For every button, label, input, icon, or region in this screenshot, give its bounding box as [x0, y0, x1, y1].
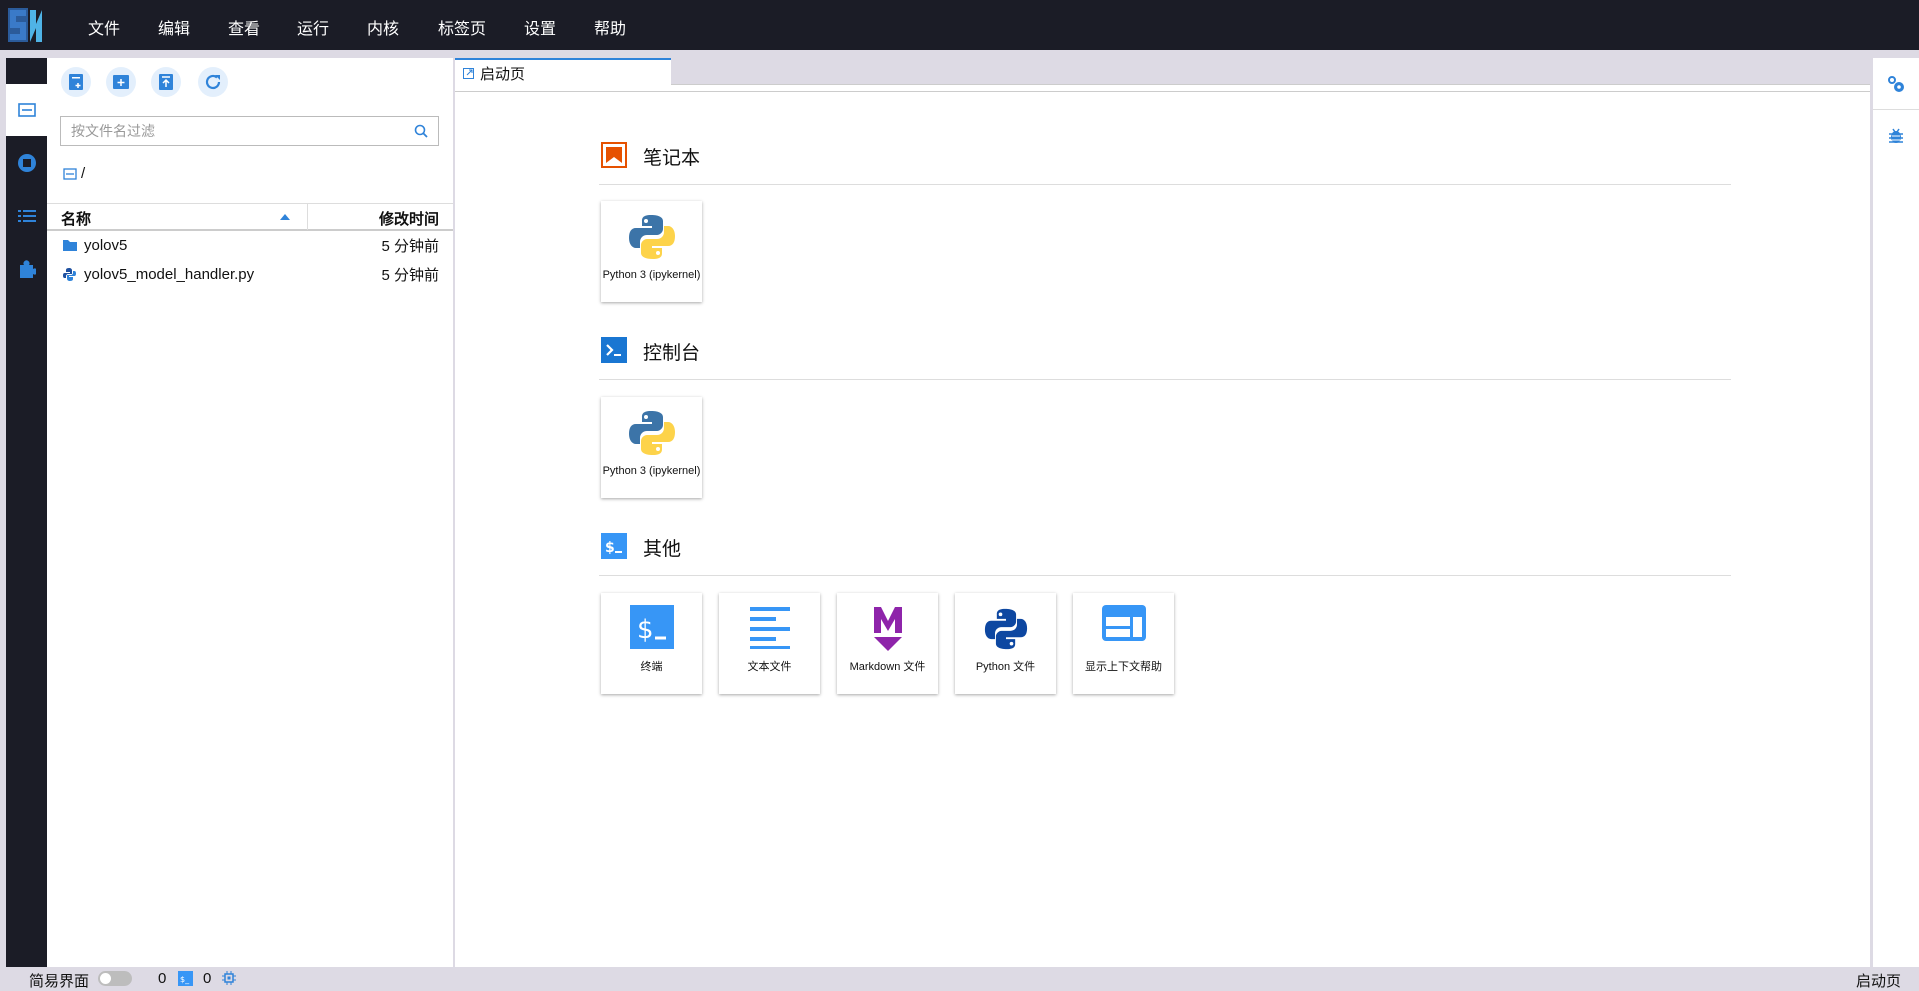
card-label: Python 文件 [975, 661, 1036, 673]
terminal-count[interactable]: 0 [203, 970, 211, 987]
folder-icon[interactable] [63, 167, 77, 180]
folder-icon [63, 240, 77, 251]
cpu-icon [222, 971, 236, 985]
refresh-icon [205, 74, 221, 90]
toc-tab[interactable] [6, 190, 47, 242]
svg-text:$_: $_ [180, 975, 190, 984]
filter-input[interactable]: 按文件名过滤 [60, 116, 439, 146]
folder-icon [17, 103, 36, 117]
upload-button[interactable] [151, 67, 181, 97]
menu-file[interactable]: 文件 [88, 15, 120, 39]
right-sidebar [1873, 58, 1919, 967]
left-activity-bar [6, 58, 47, 967]
menu-kernel[interactable]: 内核 [367, 15, 399, 39]
bug-icon [1889, 128, 1903, 143]
markdown-file-card[interactable]: Markdown 文件 [837, 593, 938, 694]
sort-ascending-icon [280, 214, 290, 220]
python-file-icon [984, 608, 1027, 650]
filter-placeholder: 按文件名过滤 [71, 123, 155, 139]
terminal-icon: $_ [178, 971, 193, 986]
section-title-notebook: 笔记本 [643, 148, 701, 169]
tab-divider [455, 91, 1870, 92]
status-bar: 简易界面 0 $_ 0 启动页 [0, 967, 1919, 990]
kernel-count[interactable]: 0 [158, 970, 166, 987]
simple-mode-toggle[interactable] [98, 971, 132, 986]
card-label: Markdown 文件 [849, 661, 926, 673]
upload-icon [159, 74, 173, 90]
tab-launcher[interactable]: 启动页 [455, 58, 671, 86]
markdown-icon [873, 607, 902, 651]
puzzle-icon [19, 260, 36, 278]
file-browser: 按文件名过滤 / 名称 修改时间 yolov5 5 分钟前 yolov5_mod… [47, 58, 453, 967]
menu-help[interactable]: 帮助 [594, 15, 626, 39]
svg-text:$: $ [637, 615, 654, 645]
card-label: Python 3 (ipykernel) [602, 465, 701, 477]
app-logo [8, 8, 42, 42]
menu-tabs[interactable]: 标签页 [438, 15, 486, 39]
breadcrumb: / [63, 165, 85, 182]
file-browser-tab[interactable] [6, 84, 47, 136]
card-label: Python 3 (ipykernel) [602, 269, 701, 281]
console-icon [601, 337, 627, 363]
list-icon [17, 210, 36, 222]
python-logo-icon [628, 411, 675, 455]
new-launcher-button[interactable] [61, 67, 91, 97]
menu-bar: 文件 编辑 查看 运行 内核 标签页 设置 帮助 [0, 0, 1919, 50]
context-help-icon [1101, 605, 1146, 641]
menu-view[interactable]: 查看 [228, 15, 260, 39]
notebook-icon [601, 142, 627, 168]
other-terminal-icon: $ [601, 533, 627, 559]
debugger-tab[interactable] [1873, 110, 1919, 162]
menu-settings[interactable]: 设置 [524, 15, 556, 39]
python-logo-icon [628, 215, 675, 259]
running-tab[interactable] [6, 137, 47, 189]
new-folder-icon [113, 75, 129, 89]
section-divider [599, 575, 1731, 576]
python-file-card[interactable]: Python 文件 [955, 593, 1056, 694]
breadcrumb-root[interactable]: / [81, 165, 85, 182]
column-modified[interactable]: 修改时间 [379, 208, 439, 229]
tab-bar: 启动页 [455, 58, 1870, 86]
new-file-icon [69, 74, 83, 90]
gears-icon [1888, 75, 1904, 92]
simple-mode-label: 简易界面 [29, 973, 90, 990]
terminal-icon: $ [629, 605, 674, 649]
search-icon [414, 124, 428, 138]
card-label: 文本文件 [747, 661, 792, 673]
launcher-icon [463, 67, 474, 79]
new-folder-button[interactable] [106, 67, 136, 97]
console-python3-card[interactable]: Python 3 (ipykernel) [601, 397, 702, 498]
section-title-console: 控制台 [643, 343, 701, 364]
card-label: 终端 [640, 661, 663, 673]
extensions-tab[interactable] [6, 243, 47, 295]
column-name[interactable]: 名称 [61, 208, 91, 229]
svg-text:$: $ [605, 540, 615, 556]
section-divider [599, 379, 1731, 380]
card-label: 显示上下文帮助 [1085, 661, 1162, 673]
notebook-python3-card[interactable]: Python 3 (ipykernel) [601, 201, 702, 302]
property-inspector-tab[interactable] [1873, 58, 1919, 110]
section-divider [599, 184, 1731, 185]
file-modified: 5 分钟前 [381, 237, 439, 255]
file-list-header: 名称 修改时间 [47, 203, 453, 231]
file-name: yolov5_model_handler.py [84, 265, 255, 283]
text-file-icon [749, 607, 790, 649]
text-file-card[interactable]: 文本文件 [719, 593, 820, 694]
terminal-card[interactable]: $ 终端 [601, 593, 702, 694]
section-title-other: 其他 [643, 539, 682, 560]
column-divider[interactable] [307, 204, 308, 230]
refresh-button[interactable] [198, 67, 228, 97]
stop-circle-icon [17, 154, 36, 172]
context-help-card[interactable]: 显示上下文帮助 [1073, 593, 1174, 694]
python-file-icon [63, 267, 76, 281]
file-modified: 5 分钟前 [381, 266, 439, 284]
tab-label: 启动页 [480, 65, 526, 83]
file-row[interactable]: yolov5 5 分钟前 [47, 231, 453, 259]
main-area: 启动页 笔记本 Python 3 (ipykernel) 控制台 Python … [455, 58, 1870, 967]
menu-edit[interactable]: 编辑 [158, 15, 190, 39]
file-row[interactable]: yolov5_model_handler.py 5 分钟前 [47, 260, 453, 288]
file-name: yolov5 [84, 236, 128, 254]
menu-run[interactable]: 运行 [297, 15, 329, 39]
status-current-tab: 启动页 [1855, 973, 1901, 990]
